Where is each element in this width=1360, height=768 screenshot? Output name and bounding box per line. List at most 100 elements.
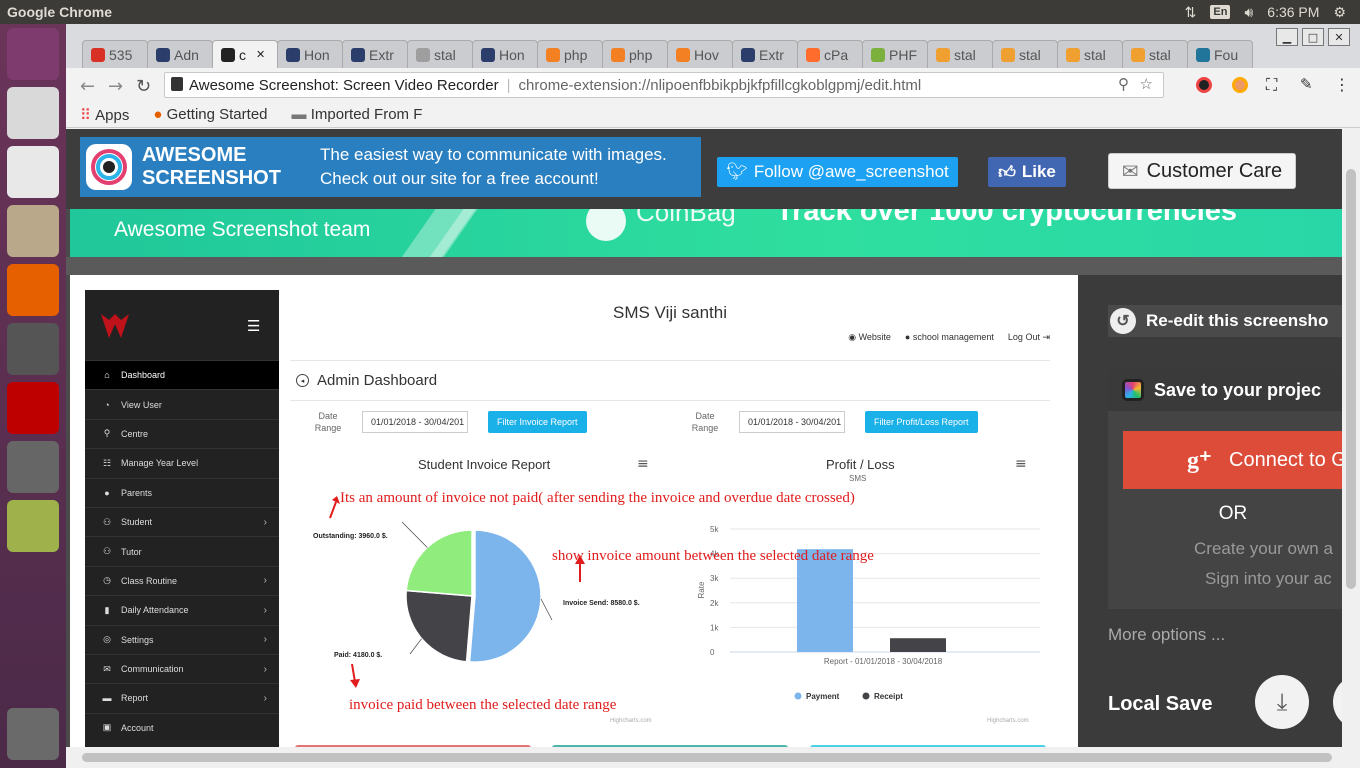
zoom-icon[interactable]: ⚲ bbox=[1118, 75, 1129, 93]
browser-tab[interactable]: php bbox=[537, 40, 603, 68]
vertical-scrollbar[interactable] bbox=[1342, 129, 1360, 747]
copy-button[interactable] bbox=[1333, 675, 1342, 729]
bookmark-getting-started[interactable]: ● Getting Started bbox=[153, 106, 267, 123]
sidebar-item-dashboard[interactable]: ⌂ Dashboard bbox=[85, 360, 279, 390]
school-management-link[interactable]: ● school management bbox=[905, 332, 994, 343]
awesome-screenshot-brand[interactable]: AWESOME SCREENSHOT The easiest way to com… bbox=[80, 137, 701, 197]
firefox-icon[interactable] bbox=[7, 264, 59, 316]
chrome-icon[interactable] bbox=[7, 87, 59, 139]
chrome-menu-icon[interactable]: ⋮ bbox=[1334, 75, 1350, 94]
download-button[interactable]: ⤓ bbox=[1255, 675, 1309, 729]
browser-tab[interactable]: stal bbox=[1057, 40, 1123, 68]
browser-tab[interactable]: Fou bbox=[1187, 40, 1253, 68]
browser-tab[interactable]: stal bbox=[992, 40, 1058, 68]
text-editor-icon[interactable] bbox=[7, 146, 59, 198]
volume-icon[interactable]: 🔊︎ bbox=[1244, 4, 1253, 21]
sidebar-item-tutor[interactable]: ⚇ Tutor bbox=[85, 536, 279, 565]
re-edit-button[interactable]: ↺ Re-edit this screensho bbox=[1108, 305, 1342, 337]
maximize-button[interactable]: □ bbox=[1302, 28, 1324, 46]
close-tab-icon[interactable]: ✕ bbox=[256, 48, 265, 61]
browser-tab[interactable]: cPa bbox=[797, 40, 863, 68]
file-manager-icon[interactable] bbox=[7, 205, 59, 257]
more-options-link[interactable]: More options ... bbox=[1108, 625, 1225, 645]
clock[interactable]: 6:36 PM bbox=[1267, 4, 1319, 20]
browser-tab[interactable]: Adn bbox=[147, 40, 213, 68]
sidebar-item-settings[interactable]: ◎ Settings › bbox=[85, 624, 279, 654]
browser-tab[interactable]: php bbox=[602, 40, 668, 68]
keyboard-layout-indicator[interactable]: En bbox=[1210, 5, 1231, 19]
sidebar-item-account[interactable]: ▣ Account bbox=[85, 712, 279, 742]
sidebar-item-class-routine[interactable]: ◷ Class Routine › bbox=[85, 565, 279, 595]
browser-tab[interactable]: Hon bbox=[472, 40, 538, 68]
invoice-date-range-input[interactable]: 01/01/2018 - 30/04/201 bbox=[362, 411, 468, 433]
sidebar-item-student[interactable]: ⚇ Student › bbox=[85, 506, 279, 536]
customer-care-button[interactable]: ✉ Customer Care bbox=[1108, 153, 1296, 189]
trash-icon[interactable] bbox=[7, 708, 59, 760]
twitter-follow-button[interactable]: 🐦︎ Follow @awe_screenshot bbox=[717, 157, 958, 187]
create-account-link[interactable]: Create your own a bbox=[1194, 539, 1333, 559]
horizontal-scrollbar[interactable] bbox=[66, 747, 1360, 768]
filezilla-icon[interactable] bbox=[7, 382, 59, 434]
logout-link[interactable]: Log Out ⇥ bbox=[1008, 332, 1050, 343]
website-link[interactable]: ◉ Website bbox=[848, 332, 891, 343]
browser-tab[interactable]: 535 bbox=[82, 40, 148, 68]
back-button[interactable]: ← bbox=[80, 76, 95, 97]
filter-profit-loss-report-button[interactable]: Filter Profit/Loss Report bbox=[865, 411, 978, 433]
address-bar[interactable]: Awesome Screenshot: Screen Video Recorde… bbox=[164, 72, 1164, 98]
bookmark-apps[interactable]: ⠿ Apps bbox=[80, 106, 129, 124]
pie-chart-menu-icon[interactable]: ≡ bbox=[637, 456, 649, 472]
bookmark-imported[interactable]: ▬ Imported From F bbox=[292, 106, 423, 123]
connect-google-button[interactable]: g⁺ Connect to G bbox=[1123, 431, 1342, 489]
pie-slice[interactable] bbox=[405, 529, 473, 597]
browser-tab[interactable]: stal bbox=[927, 40, 993, 68]
eyedropper-extension-icon[interactable]: ✎ bbox=[1300, 75, 1313, 93]
legend-marker[interactable] bbox=[862, 692, 870, 700]
highcharts-credit[interactable]: Highcharts.com bbox=[610, 718, 652, 724]
software-updater-icon[interactable] bbox=[7, 441, 59, 493]
browser-tab[interactable]: stal bbox=[1122, 40, 1188, 68]
scrollbar-thumb[interactable] bbox=[82, 753, 1332, 762]
sidebar-item-report[interactable]: ▬ Report › bbox=[85, 683, 279, 712]
color-picker-extension-icon[interactable] bbox=[1232, 77, 1248, 93]
browser-tab[interactable]: PHF bbox=[862, 40, 928, 68]
sign-in-link[interactable]: Sign into your ac bbox=[1205, 569, 1332, 589]
sidebar-item-daily-attendance[interactable]: ▮ Daily Attendance › bbox=[85, 595, 279, 624]
settings-gear-icon[interactable]: ⚙ bbox=[1333, 4, 1346, 21]
sidebar-item-communication[interactable]: ✉ Communication › bbox=[85, 653, 279, 683]
pie-slice[interactable] bbox=[468, 529, 542, 663]
browser-tab[interactable]: stal bbox=[407, 40, 473, 68]
browser-tab[interactable]: Hov bbox=[667, 40, 733, 68]
capture-extension-icon[interactable]: ⛶ bbox=[1266, 75, 1277, 95]
pie-slice[interactable] bbox=[405, 589, 473, 663]
sidebar-item-parents[interactable]: ● Parents bbox=[85, 477, 279, 507]
browser-tab[interactable]: Hon bbox=[277, 40, 343, 68]
advertisement-banner[interactable]: Awesome Screenshot team CoinBag Track ov… bbox=[70, 209, 1342, 257]
image-viewer-icon[interactable] bbox=[7, 500, 59, 552]
browser-tab[interactable]: Extr bbox=[732, 40, 798, 68]
reload-button[interactable]: ↻ bbox=[136, 76, 151, 97]
network-icon[interactable]: ⇅ bbox=[1185, 4, 1197, 21]
legend-marker[interactable] bbox=[794, 692, 802, 700]
bookmark-star-icon[interactable]: ☆ bbox=[1140, 75, 1153, 93]
filter-invoice-report-button[interactable]: Filter Invoice Report bbox=[488, 411, 587, 433]
highcharts-credit[interactable]: Highcharts.com bbox=[987, 718, 1029, 724]
scrollbar-thumb[interactable] bbox=[1346, 169, 1356, 589]
sidebar-item-manage-year-level[interactable]: ☷ Manage Year Level bbox=[85, 448, 279, 477]
close-window-button[interactable]: ✕ bbox=[1328, 28, 1350, 46]
forward-button[interactable]: → bbox=[108, 76, 123, 97]
awesome-screenshot-extension-icon[interactable] bbox=[1196, 77, 1212, 93]
legend-label[interactable]: Payment bbox=[806, 692, 840, 701]
sidebar-item-view-user[interactable]: ◔ View User bbox=[85, 389, 279, 418]
sublime-text-icon[interactable] bbox=[7, 323, 59, 375]
browser-tab[interactable]: c ✕ bbox=[212, 40, 278, 68]
browser-tab[interactable]: Extr bbox=[342, 40, 408, 68]
bar-receipt[interactable] bbox=[890, 638, 946, 652]
minimize-button[interactable]: ▁ bbox=[1276, 28, 1298, 46]
legend-label[interactable]: Receipt bbox=[874, 692, 903, 701]
hamburger-menu-icon[interactable]: ☰ bbox=[247, 317, 260, 335]
profit-loss-date-range-input[interactable]: 01/01/2018 - 30/04/201 bbox=[739, 411, 845, 433]
sidebar-item-centre[interactable]: ⚲ Centre bbox=[85, 418, 279, 448]
ubuntu-icon[interactable] bbox=[7, 28, 59, 80]
facebook-like-button[interactable]: 👍︎ Like bbox=[988, 157, 1066, 187]
bar-chart-menu-icon[interactable]: ≡ bbox=[1015, 456, 1027, 472]
